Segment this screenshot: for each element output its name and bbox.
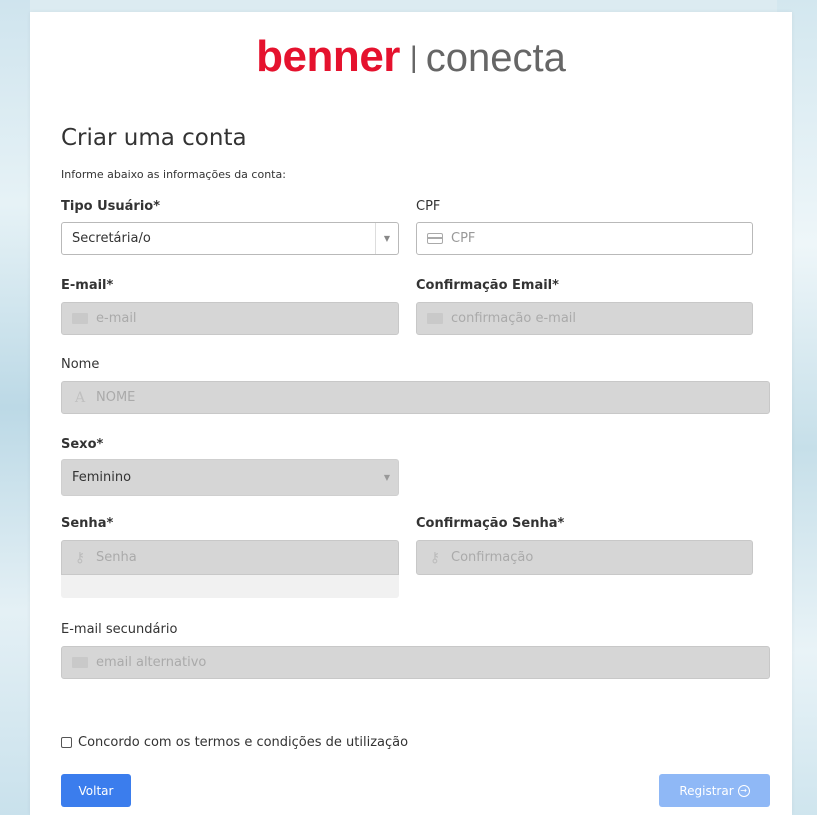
back-button-label: Voltar <box>78 783 114 798</box>
email-secundario-field[interactable]: email alternativo <box>61 646 770 679</box>
page-subtitle: Informe abaixo as informações da conta: <box>61 168 286 181</box>
senha-confirm-label: Confirmação Senha* <box>416 516 565 531</box>
email-secundario-placeholder: email alternativo <box>96 655 207 670</box>
email-placeholder: e-mail <box>96 311 137 326</box>
person-icon: A <box>74 389 86 406</box>
arrow-right-circle-icon: → <box>737 784 750 797</box>
senha-label: Senha* <box>61 516 114 531</box>
register-button[interactable]: Registrar → <box>659 774 770 807</box>
email-label: E-mail* <box>61 278 114 293</box>
background-left <box>0 0 30 815</box>
card-icon <box>427 233 443 244</box>
email-confirm-field[interactable]: confirmação e-mail <box>416 302 753 335</box>
sexo-select[interactable]: Feminino ▼ <box>61 459 399 496</box>
cpf-field[interactable]: CPF <box>416 222 753 255</box>
sexo-value: Feminino <box>72 470 132 485</box>
back-button[interactable]: Voltar <box>61 774 131 807</box>
chevron-down-icon: ▼ <box>375 223 398 254</box>
key-icon: ⚷ <box>74 549 86 566</box>
email-secundario-label: E-mail secundário <box>61 622 178 637</box>
cpf-label: CPF <box>416 199 441 214</box>
chevron-down-icon: ▼ <box>383 473 391 482</box>
password-strength-bar <box>61 575 399 598</box>
senha-confirm-placeholder: Confirmação <box>451 550 534 565</box>
logo-product: conecta <box>425 36 566 80</box>
key-icon: ⚷ <box>429 549 441 566</box>
logo: benner | conecta <box>30 32 792 82</box>
logo-separator: | <box>409 41 418 74</box>
tipo-usuario-select[interactable]: Secretária/o ▼ <box>61 222 399 255</box>
email-field[interactable]: e-mail <box>61 302 399 335</box>
terms-checkbox[interactable] <box>61 737 72 748</box>
sexo-label: Sexo* <box>61 437 104 452</box>
nome-field[interactable]: A NOME <box>61 381 770 414</box>
logo-brand: benner <box>256 32 400 81</box>
email-confirm-label: Confirmação Email* <box>416 278 559 293</box>
tipo-usuario-value: Secretária/o <box>72 231 151 246</box>
register-button-label: Registrar <box>679 783 734 798</box>
page-title: Criar uma conta <box>61 125 247 151</box>
envelope-icon <box>72 657 88 668</box>
senha-confirm-field[interactable]: ⚷ Confirmação <box>416 540 753 575</box>
tipo-usuario-label: Tipo Usuário* <box>61 199 161 214</box>
nome-placeholder: NOME <box>96 390 136 405</box>
register-panel: benner | conecta Criar uma conta Informe a… <box>30 12 792 815</box>
envelope-icon <box>427 313 443 324</box>
senha-field[interactable]: ⚷ Senha <box>61 540 399 575</box>
cpf-placeholder: CPF <box>451 231 476 246</box>
terms-row[interactable]: Concordo com os termos e condições de ut… <box>61 735 408 750</box>
terms-label[interactable]: Concordo com os termos e condições de ut… <box>78 735 408 750</box>
senha-placeholder: Senha <box>96 550 137 565</box>
email-confirm-placeholder: confirmação e-mail <box>451 311 577 326</box>
envelope-icon <box>72 313 88 324</box>
nome-label: Nome <box>61 357 100 372</box>
